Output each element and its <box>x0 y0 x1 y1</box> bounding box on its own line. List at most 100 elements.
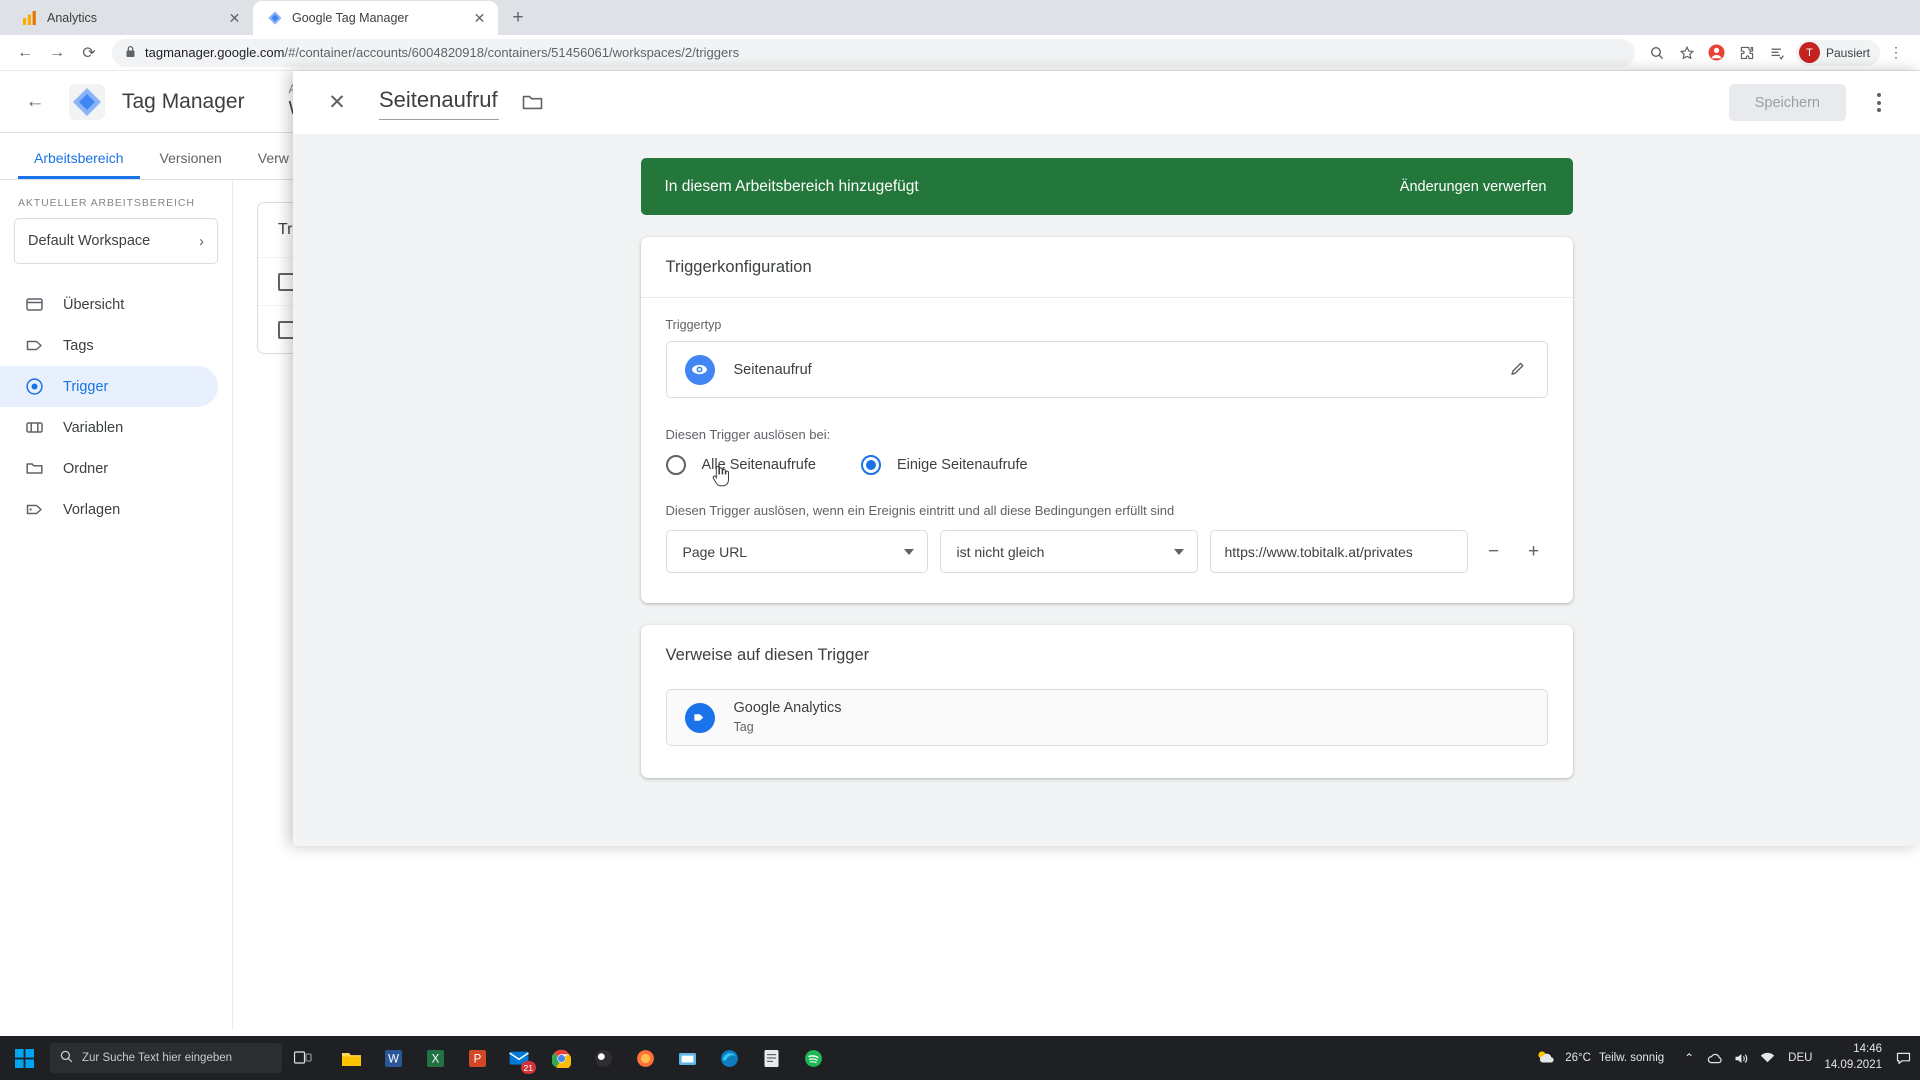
chevron-right-icon: › <box>199 232 204 250</box>
sidebar-item-label: Trigger <box>63 378 109 395</box>
sidebar-item-label: Vorlagen <box>63 501 121 518</box>
address-host: tagmanager.google.com <box>145 45 285 60</box>
workspace-selector[interactable]: Default Workspace › <box>14 218 218 264</box>
weather-widget[interactable]: 26°C Teilw. sonnig <box>1523 1049 1676 1068</box>
sidebar-item-label: Variablen <box>63 419 124 436</box>
notepad-icon[interactable] <box>750 1036 792 1080</box>
obs-icon[interactable] <box>582 1036 624 1080</box>
network-icon[interactable] <box>1754 1036 1780 1080</box>
modal-content: In diesem Arbeitsbereich hinzugefügt Änd… <box>293 134 1920 846</box>
card-body: Triggertyp Seitenaufruf Diesen Trigger a… <box>641 298 1573 603</box>
edge-icon[interactable] <box>708 1036 750 1080</box>
references-body: Google Analytics Tag <box>641 685 1573 778</box>
excel-icon[interactable]: X <box>414 1036 456 1080</box>
sidebar-item-uebersicht[interactable]: Übersicht <box>0 284 218 325</box>
close-icon[interactable]: ✕ <box>319 85 355 121</box>
pencil-icon[interactable] <box>1506 357 1532 383</box>
discard-changes-button[interactable]: Änderungen verwerfen <box>1400 179 1547 195</box>
firefox-icon[interactable] <box>624 1036 666 1080</box>
folder-icon[interactable] <box>519 90 545 116</box>
selected-value: ist nicht gleich <box>956 543 1045 560</box>
browser-tabstrip: Analytics ✕ Google Tag Manager ✕ + <box>0 0 1920 35</box>
lock-icon <box>125 45 136 61</box>
sidebar-item-trigger[interactable]: Trigger <box>0 366 218 407</box>
card-title: Triggerkonfiguration <box>665 258 812 276</box>
page-back-icon[interactable]: ← <box>18 85 52 119</box>
star-icon[interactable] <box>1673 39 1701 67</box>
browser-tab-google-tag-manager[interactable]: Google Tag Manager ✕ <box>253 1 498 35</box>
radio-alle-seitenaufrufe[interactable]: Alle Seitenaufrufe <box>665 455 816 487</box>
list-item[interactable]: Google Analytics Tag <box>665 689 1548 746</box>
card-title: Verweise auf diesen Trigger <box>665 646 870 664</box>
sidebar-item-vorlagen[interactable]: Vorlagen <box>0 489 218 530</box>
search-input[interactable]: Zur Suche Text hier eingeben <box>50 1043 282 1073</box>
analytics-icon <box>22 10 38 26</box>
condition-value-input[interactable]: https://www.tobitalk.at/privates <box>1209 530 1468 573</box>
weather-desc: Teilw. sonnig <box>1598 1052 1665 1064</box>
search-icon <box>60 1050 73 1066</box>
sidebar-item-variablen[interactable]: Variablen <box>0 407 218 448</box>
variables-icon <box>24 417 45 438</box>
clock-date: 14.09.2021 <box>1824 1059 1882 1071</box>
sidebar: AKTUELLER ARBEITSBEREICH Default Workspa… <box>0 180 233 1030</box>
volume-icon[interactable] <box>1728 1036 1754 1080</box>
extension-puzzle-icon[interactable] <box>1733 39 1761 67</box>
chevron-down-icon <box>903 548 914 555</box>
avatar[interactable] <box>1703 39 1731 67</box>
mail-icon[interactable]: 21 <box>498 1036 540 1080</box>
radio-button[interactable] <box>665 455 686 475</box>
browser-tab-analytics[interactable]: Analytics ✕ <box>8 1 253 35</box>
close-icon[interactable]: ✕ <box>471 10 488 27</box>
search-placeholder: Zur Suche Text hier eingeben <box>82 1052 233 1064</box>
new-tab-button[interactable]: + <box>504 4 532 32</box>
task-view-icon[interactable] <box>282 1036 324 1080</box>
powerpoint-icon[interactable]: P <box>456 1036 498 1080</box>
kebab-menu-icon[interactable]: ⋮ <box>1882 39 1910 67</box>
profile-chip-pausiert[interactable]: T Pausiert <box>1795 39 1880 66</box>
condition-operator-select[interactable]: ist nicht gleich <box>939 530 1198 573</box>
sidebar-item-tags[interactable]: Tags <box>0 325 218 366</box>
reload-icon[interactable]: ⟳ <box>74 38 104 68</box>
file-explorer-icon[interactable] <box>330 1036 372 1080</box>
back-icon[interactable]: ← <box>10 38 40 68</box>
add-condition-button[interactable]: + <box>1520 538 1548 566</box>
taskbar-apps: W X P 21 <box>330 1036 834 1080</box>
overview-icon <box>24 294 45 315</box>
trigger-type-box[interactable]: Seitenaufruf <box>665 341 1548 398</box>
remove-condition-button[interactable]: − <box>1480 538 1508 566</box>
zoom-icon[interactable] <box>1643 39 1671 67</box>
radio-button[interactable] <box>860 455 881 475</box>
condition-variable-select[interactable]: Page URL <box>665 530 928 573</box>
partly-cloudy-icon <box>1535 1049 1557 1068</box>
chevron-up-icon[interactable]: ⌃ <box>1676 1036 1702 1080</box>
radio-einige-seitenaufrufe[interactable]: Einige Seitenaufrufe <box>860 455 1028 475</box>
sidebar-item-ordner[interactable]: Ordner <box>0 448 218 489</box>
address-bar-url: tagmanager.google.com/#/container/accoun… <box>145 45 739 60</box>
save-button[interactable]: Speichern <box>1728 84 1846 121</box>
browser-tab-title: Google Tag Manager <box>292 11 409 25</box>
windows-taskbar: Zur Suche Text hier eingeben W X P 21 26… <box>0 1036 1920 1080</box>
notification-icon[interactable] <box>1892 1036 1914 1080</box>
page-title: Tag Manager <box>122 89 245 113</box>
onedrive-icon[interactable] <box>1702 1036 1728 1080</box>
address-bar[interactable]: tagmanager.google.com/#/container/accoun… <box>112 38 1635 67</box>
keyboard-layout[interactable]: DEU <box>1780 1052 1820 1064</box>
svg-text:X: X <box>431 1053 439 1065</box>
sidebar-item-label: Tags <box>63 337 94 354</box>
clock[interactable]: 14:46 14.09.2021 <box>1820 1042 1892 1073</box>
forward-icon[interactable]: → <box>42 38 72 68</box>
close-icon[interactable]: ✕ <box>226 10 243 27</box>
reading-list-icon[interactable] <box>1763 39 1791 67</box>
status-banner: In diesem Arbeitsbereich hinzugefügt Änd… <box>640 158 1573 215</box>
tab-arbeitsbereich[interactable]: Arbeitsbereich <box>18 150 140 179</box>
snipping-tool-icon[interactable] <box>666 1036 708 1080</box>
condition-instruction: Diesen Trigger auslösen, wenn ein Ereign… <box>665 503 1175 518</box>
spotify-icon[interactable] <box>792 1036 834 1080</box>
word-icon[interactable]: W <box>372 1036 414 1080</box>
address-path: /#/container/accounts/6004820918/contain… <box>284 45 740 60</box>
trigger-name-input[interactable]: Seitenaufruf <box>379 85 499 121</box>
windows-start-icon[interactable] <box>0 1036 48 1080</box>
chrome-icon[interactable] <box>540 1036 582 1080</box>
kebab-menu-icon[interactable] <box>1860 84 1898 122</box>
tab-versionen[interactable]: Versionen <box>144 150 238 179</box>
